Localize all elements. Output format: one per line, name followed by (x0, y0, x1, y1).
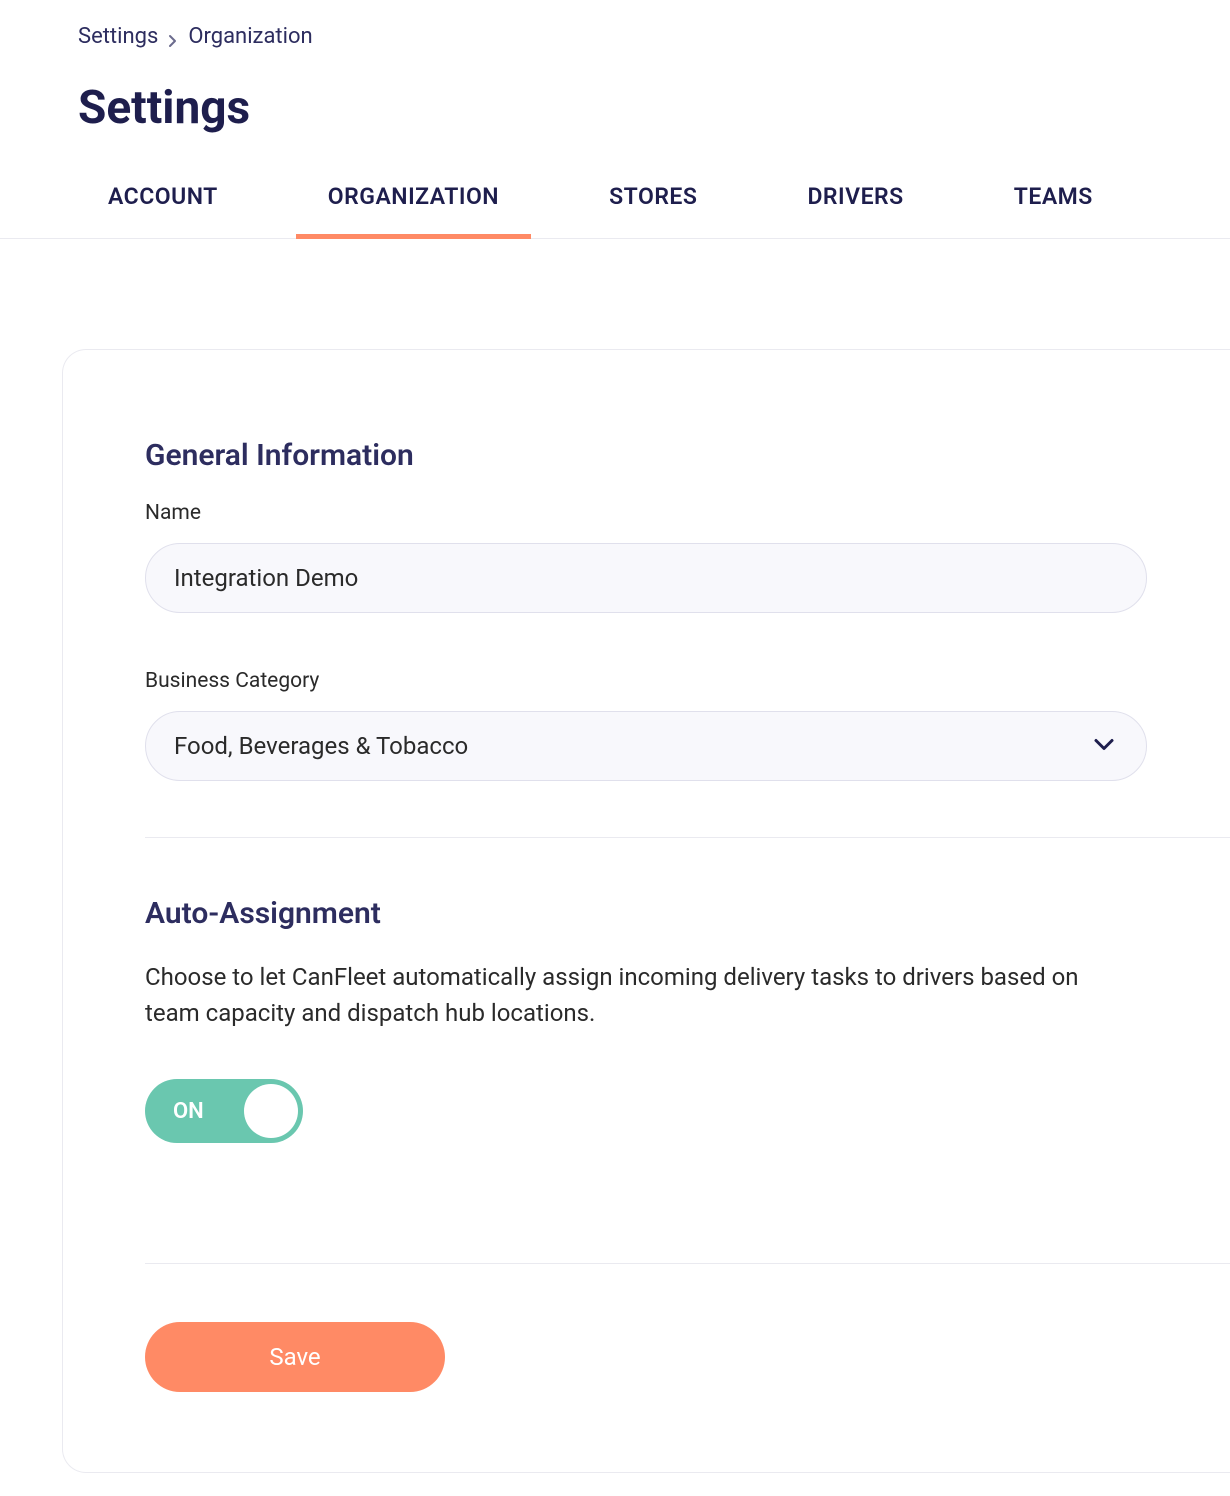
divider (145, 1263, 1230, 1264)
category-label: Business Category (145, 669, 1230, 693)
name-field-group: Name (145, 501, 1230, 613)
category-value: Food, Beverages & Tobacco (174, 732, 468, 760)
auto-assignment-toggle[interactable]: ON (145, 1079, 303, 1143)
toggle-label: ON (173, 1099, 204, 1124)
name-input[interactable] (145, 543, 1147, 613)
category-select[interactable]: Food, Beverages & Tobacco (145, 711, 1147, 781)
tab-teams[interactable]: TEAMS (1014, 183, 1093, 238)
chevron-right-icon (168, 34, 178, 48)
tab-organization[interactable]: ORGANIZATION (328, 183, 499, 238)
breadcrumb-root[interactable]: Settings (78, 24, 158, 49)
page-title: Settings (0, 81, 1230, 135)
divider (145, 837, 1230, 838)
toggle-knob (244, 1084, 298, 1138)
name-label: Name (145, 501, 1230, 525)
auto-assignment-description: Choose to let CanFleet automatically ass… (145, 959, 1135, 1031)
save-button[interactable]: Save (145, 1322, 445, 1392)
tab-drivers[interactable]: DRIVERS (807, 183, 903, 238)
auto-assignment-title: Auto-Assignment (145, 896, 1230, 931)
content-card: General Information Name Business Catego… (62, 349, 1230, 1473)
breadcrumb-current: Organization (188, 24, 312, 49)
bottom-section: Save (145, 1263, 1230, 1392)
tab-stores[interactable]: STORES (609, 183, 697, 238)
category-field-group: Business Category Food, Beverages & Toba… (145, 669, 1230, 781)
general-section-title: General Information (145, 438, 1230, 473)
tab-account[interactable]: ACCOUNT (108, 183, 218, 238)
category-select-wrapper: Food, Beverages & Tobacco (145, 711, 1147, 781)
breadcrumb: Settings Organization (0, 24, 1230, 49)
tabs: ACCOUNT ORGANIZATION STORES DRIVERS TEAM… (0, 183, 1230, 239)
